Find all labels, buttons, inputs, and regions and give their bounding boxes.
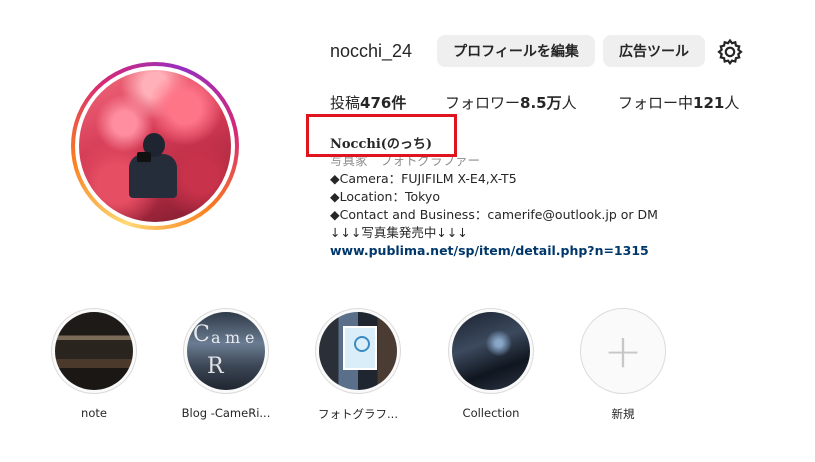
- highlight-label: フォトグラフ...: [318, 407, 398, 421]
- bio-line-contact: ◆Contact and Business：camerife@outlook.j…: [330, 207, 658, 222]
- gear-icon[interactable]: [716, 38, 744, 66]
- ad-tools-button[interactable]: 広告ツール: [603, 35, 705, 67]
- new-highlight-button[interactable]: + 新規: [578, 308, 668, 422]
- bio-line-camera: ◆Camera：FUJIFILM X-E4,X-T5: [330, 171, 517, 186]
- username: nocchi_24: [330, 41, 413, 61]
- edit-profile-button[interactable]: プロフィールを編集: [437, 35, 595, 67]
- highlight-photographer[interactable]: フォトグラフ...: [313, 308, 403, 422]
- highlight-label: Collection: [462, 406, 520, 420]
- highlight-note[interactable]: note: [49, 308, 139, 420]
- highlight-cover: [319, 312, 397, 390]
- following-count[interactable]: フォロー中121人: [618, 92, 739, 113]
- bio-line-photobook: ↓↓↓写真集発売中↓↓↓: [330, 225, 468, 240]
- profile-avatar[interactable]: [71, 62, 239, 230]
- followers-count[interactable]: フォロワー8.5万人: [445, 92, 577, 113]
- annotation-box: [306, 114, 457, 157]
- highlight-cover: C a m e R: [187, 312, 265, 390]
- highlight-cover: [55, 312, 133, 390]
- highlight-label: Blog -CameRi...: [181, 406, 271, 420]
- highlight-cover: [452, 312, 530, 390]
- highlight-collection[interactable]: Collection: [446, 308, 536, 420]
- highlight-blog[interactable]: C a m e R Blog -CameRi...: [181, 308, 271, 420]
- posts-count: 投稿476件: [330, 94, 407, 112]
- camera-icon: [137, 152, 151, 162]
- avatar-photo: [79, 70, 231, 222]
- bio-line-location: ◆Location：Tokyo: [330, 189, 440, 204]
- bio-link[interactable]: www.publima.net/sp/item/detail.php?n=131…: [330, 242, 649, 260]
- highlight-label: 新規: [611, 407, 635, 421]
- plus-icon: +: [603, 324, 643, 378]
- highlight-label: note: [81, 406, 107, 420]
